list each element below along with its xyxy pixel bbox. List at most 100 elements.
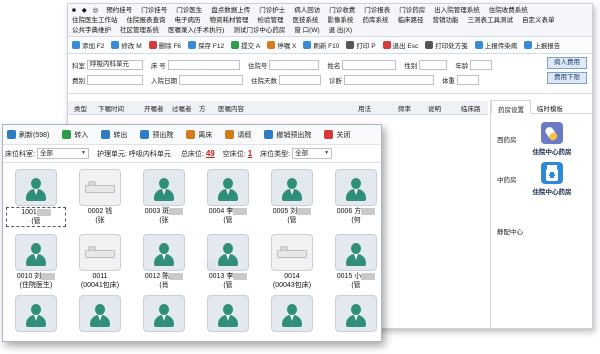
bed-tile[interactable] [15,169,57,206]
menu-item[interactable]: 检验管理 [258,16,284,26]
pharmacy-card[interactable]: 住院中心药房 [527,122,577,156]
bed-label[interactable]: 0012 陈 (肖 [134,272,194,290]
grid-column-header[interactable]: 类型 [74,103,87,113]
cost-limit-button[interactable]: 费用下限 [547,72,587,84]
pharmacy-card[interactable]: 住院中心药房 [527,162,577,196]
grid-column-header[interactable]: 下嘱时间 [98,103,124,113]
bed-tile[interactable] [207,295,249,332]
bed-label[interactable]: 0015 小 (管 [326,272,381,290]
bed-label[interactable]: 0014 (00043包床) [262,272,322,290]
window-control-icons[interactable]: ■ ◆ ◎ [72,6,100,16]
menu-item[interactable]: 物资耗材管理 [210,16,249,26]
menu-item[interactable]: 门诊报表 [364,6,390,16]
grid-column-header[interactable]: 频率 [398,103,411,113]
bed-toolbar-button[interactable]: 转入 [62,130,88,140]
menu-item[interactable]: 公共字典维护 [72,26,111,36]
bed-label[interactable]: 0011 (00041包床) [70,272,130,290]
bed-toolbar-button[interactable]: 刷新(598) [7,130,49,140]
free-beds-count[interactable]: 1 [248,149,252,158]
bed-label[interactable]: 0002 钱 (张 [70,207,130,225]
pharmacy-tab[interactable]: 临时模板 [531,100,569,113]
bed-label[interactable]: 0010 刘 (住院医生) [6,272,66,290]
bed-tile[interactable] [271,295,313,332]
grid-column-header[interactable]: 过嘱者 [172,103,192,113]
bed-label[interactable]: 1001 (管 [6,207,66,227]
menu-item[interactable]: 出入院管理系统 [434,6,480,16]
menu-item[interactable]: 住院报表查询 [127,16,166,26]
gender-input[interactable] [419,59,448,70]
name-input[interactable] [342,59,397,70]
bed-tile[interactable] [143,295,185,332]
bed-toolbar-button[interactable]: 请假 [225,130,251,140]
grid-column-header[interactable]: 医嘱内容 [218,103,244,113]
bed-tile[interactable] [271,234,313,271]
menu-item[interactable]: 盘点数据上传 [211,6,250,16]
grid-column-header[interactable]: 方 [199,103,206,113]
grid-column-header[interactable]: 临床路 [461,103,481,113]
bed-tile[interactable] [143,169,185,206]
bed-tile[interactable] [335,234,377,271]
bed-label[interactable]: 0003 斑 (张 [134,207,194,225]
menu-item[interactable]: 医技系统 [293,16,319,26]
admit-date-input[interactable] [179,74,243,85]
grid-column-header[interactable]: 说明 [428,103,441,113]
menu-item[interactable]: 退 出(X) [329,26,352,36]
toolbar-button[interactable]: 打印 P [346,40,376,50]
patient-cost-button[interactable]: 病人费用 [547,57,587,69]
total-beds-count[interactable]: 49 [206,149,215,158]
menu-item[interactable]: 窗 口(W) [294,26,319,36]
menu-item[interactable]: 预约挂号 [106,6,132,16]
bed-toolbar-button[interactable]: 关闭 [324,130,350,140]
pharmacy-tab[interactable]: 药房设置 [491,100,531,114]
grid-column-header[interactable]: 用法 [358,103,371,113]
bed-tile[interactable] [271,169,313,206]
menu-item[interactable]: 自定义表单 [522,16,555,26]
menu-item[interactable]: 门诊药房 [399,6,425,16]
bed-tile[interactable] [335,295,377,332]
toolbar-button[interactable]: 打印处方笺 [425,40,468,50]
menu-item[interactable]: 门诊挂号 [141,6,167,16]
menu-item[interactable]: 三测表工具测试 [468,16,514,26]
bed-tile[interactable] [79,295,121,332]
bed-tile[interactable] [335,169,377,206]
bed-toolbar-button[interactable]: 撤销预出院 [264,130,311,140]
menu-item[interactable]: 药库系统 [363,16,389,26]
cost-type-input[interactable] [87,74,143,85]
bed-tile[interactable] [79,169,121,206]
bed-tile[interactable] [79,234,121,271]
weight-input[interactable] [457,74,479,85]
days-input[interactable] [279,74,321,85]
toolbar-button[interactable]: 刷新 F10 [303,40,339,50]
toolbar-button[interactable]: 添加 F2 [72,40,104,50]
menu-item[interactable]: 医嘱录入(手术执行) [168,26,224,36]
bed-tile[interactable] [15,295,57,332]
menu-item[interactable]: 影像系统 [328,16,354,26]
bed-tile[interactable] [207,234,249,271]
grid-column-header[interactable]: 开嘱者 [144,103,164,113]
diagnosis-input[interactable] [344,74,434,85]
menu-item[interactable]: 住院医生工作站 [72,16,118,26]
menu-item[interactable]: 病人回访 [294,6,320,16]
bed-dept-select[interactable]: 全部 [36,148,89,159]
bed-label[interactable]: 0013 李 (管 [198,272,258,290]
bed-type-select[interactable]: 全部 [292,148,333,159]
toolbar-button[interactable]: 删除 F6 [148,40,181,50]
menu-item[interactable]: 住院收费系统 [489,6,528,16]
toolbar-button[interactable]: 保存 F12 [188,40,224,50]
bed-tile[interactable] [207,169,249,206]
age-input[interactable] [470,59,493,70]
bed-toolbar-button[interactable]: 预出院 [140,130,173,140]
toolbar-button[interactable]: 修改 M [111,40,142,50]
toolbar-button[interactable]: 上报报告 [524,40,560,50]
bed-toolbar-button[interactable]: 转出 [101,130,127,140]
toolbar-button[interactable]: 退出 Esc [382,40,418,50]
toolbar-button[interactable]: 上报传染病 [474,40,517,50]
bed-label[interactable]: 0005 刘 (管 [262,207,322,225]
menu-item[interactable]: 门诊护士 [259,6,285,16]
menu-item[interactable]: 门诊收费 [329,6,355,16]
bed-tile[interactable] [143,234,185,271]
bed-input[interactable] [167,59,240,70]
menu-item[interactable]: 电子病历 [175,16,201,26]
menu-item[interactable]: 营销功能 [433,16,459,26]
bed-toolbar-button[interactable]: 离床 [186,130,212,140]
